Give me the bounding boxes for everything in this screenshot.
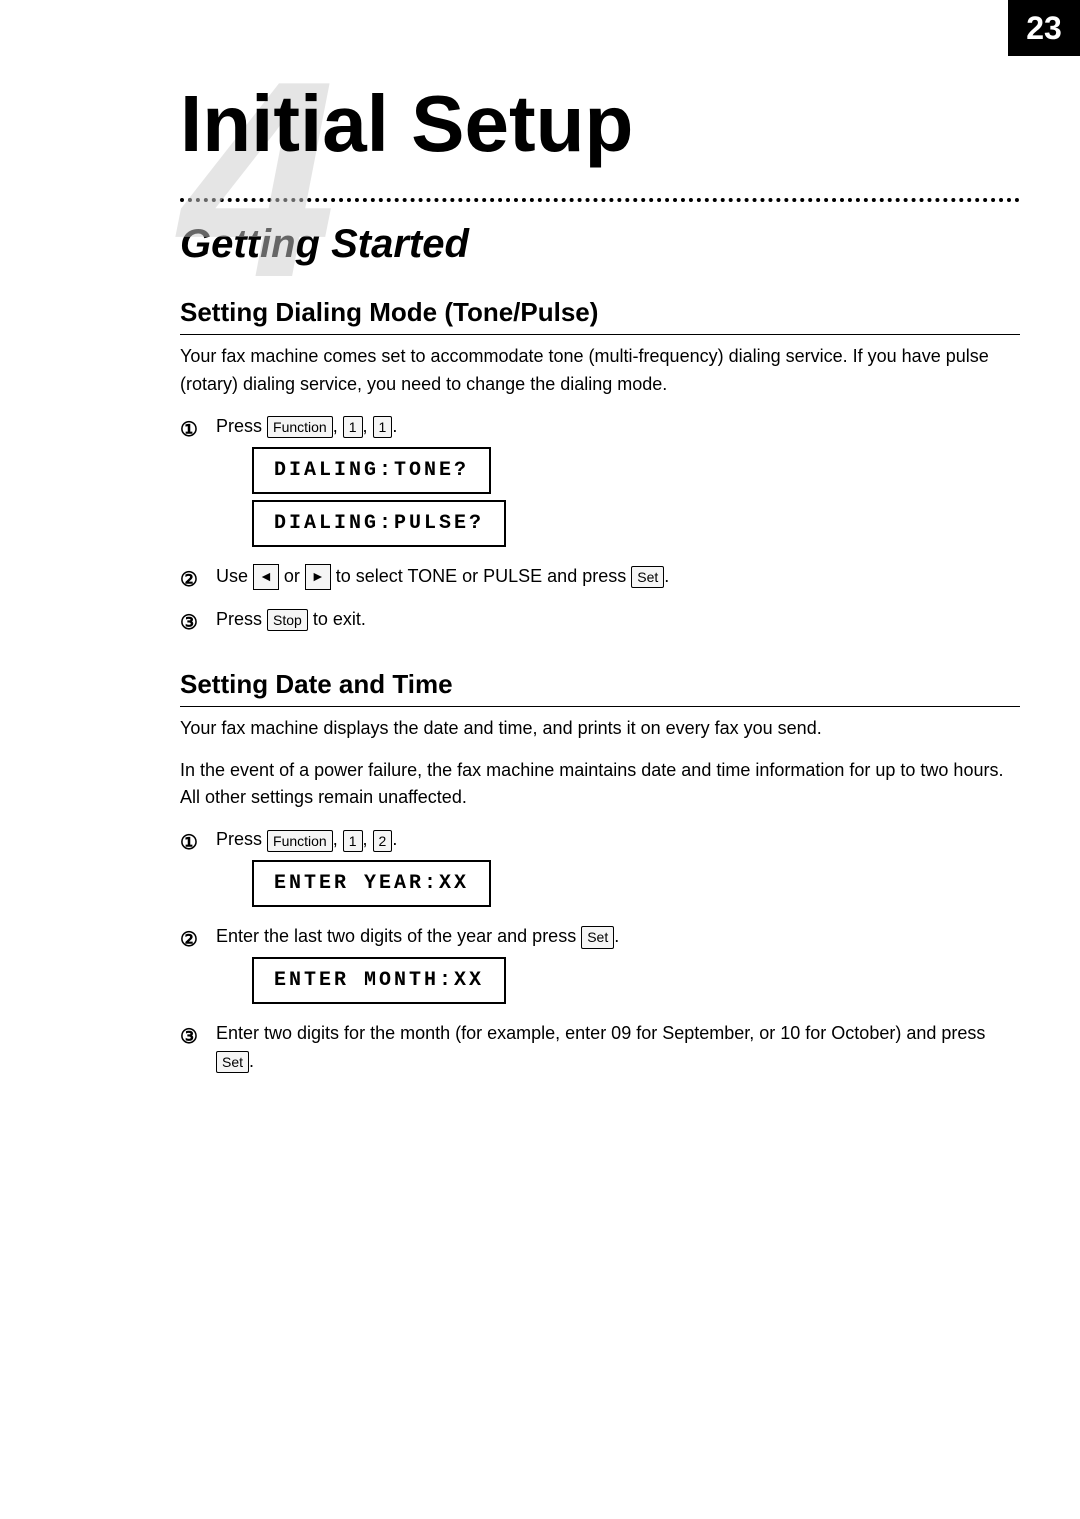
content-area: Setting Dialing Mode (Tone/Pulse) Your f… — [180, 297, 1020, 1076]
key-2-1: 1 — [343, 830, 363, 852]
dt-step-1-press-label: Press — [216, 829, 267, 849]
dt-step-2-content: Enter the last two digits of the year an… — [216, 923, 1020, 1010]
subsection-date-time: Setting Date and Time Your fax machine d… — [180, 669, 1020, 1076]
datetime-step-2: ② Enter the last two digits of the year … — [180, 923, 1020, 1010]
step-2-content: Use ◄ or ► to select TONE or PULSE and p… — [216, 563, 1020, 591]
chapter-title: Initial Setup — [180, 80, 1080, 168]
dt-step-1-content: Press Function, 1, 2. ENTER YEAR:XX — [216, 826, 1020, 913]
subsection-dialing-mode: Setting Dialing Mode (Tone/Pulse) Your f… — [180, 297, 1020, 639]
step-1-content: Press Function, 1, 1. DIALING:TONE? DIAL… — [216, 413, 1020, 553]
date-time-intro1: Your fax machine displays the date and t… — [180, 715, 1020, 743]
key-1-2: 1 — [373, 416, 393, 438]
dt-step-number-2: ② — [180, 925, 210, 956]
key-function-1: Function — [267, 416, 333, 438]
lcd-enter-year: ENTER YEAR:XX — [252, 860, 491, 907]
dialing-step-3: ③ Press Stop to exit. — [180, 606, 1020, 639]
subsection-date-time-title: Setting Date and Time — [180, 669, 1020, 707]
arrow-right-icon: ► — [305, 564, 331, 590]
lcd-dialing-tone: DIALING:TONE? — [252, 447, 491, 494]
date-time-steps: ① Press Function, 1, 2. ENTER YEAR:XX ② … — [180, 826, 1020, 1076]
datetime-step-3: ③ Enter two digits for the month (for ex… — [180, 1020, 1020, 1076]
dt-step-number-1: ① — [180, 828, 210, 859]
dialing-mode-intro: Your fax machine comes set to accommodat… — [180, 343, 1020, 399]
dt-step-3-content: Enter two digits for the month (for exam… — [216, 1020, 1020, 1076]
arrow-left-icon: ◄ — [253, 564, 279, 590]
dialing-mode-steps: ① Press Function, 1, 1. DIALING:TONE? DI… — [180, 413, 1020, 639]
step-number-1: ① — [180, 415, 210, 446]
key-1-1: 1 — [343, 416, 363, 438]
key-set-1: Set — [631, 566, 664, 588]
dialing-step-1: ① Press Function, 1, 1. DIALING:TONE? DI… — [180, 413, 1020, 553]
lcd-dialing-pulse: DIALING:PULSE? — [252, 500, 506, 547]
dt-step-number-3: ③ — [180, 1022, 210, 1053]
step-number-3: ③ — [180, 608, 210, 639]
key-set-2: Set — [581, 926, 614, 948]
step-number-2: ② — [180, 565, 210, 596]
datetime-step-1: ① Press Function, 1, 2. ENTER YEAR:XX — [180, 826, 1020, 913]
key-2-2: 2 — [373, 830, 393, 852]
key-set-3: Set — [216, 1051, 249, 1073]
step-3-content: Press Stop to exit. — [216, 606, 1020, 634]
dialing-step-2: ② Use ◄ or ► to select TONE or PULSE and… — [180, 563, 1020, 596]
key-stop-1: Stop — [267, 609, 308, 631]
date-time-intro2: In the event of a power failure, the fax… — [180, 757, 1020, 813]
chapter-title-container: Initial Setup — [0, 0, 1080, 168]
lcd-enter-month: ENTER MONTH:XX — [252, 957, 506, 1004]
key-function-2: Function — [267, 830, 333, 852]
step-1-press-label: Press — [216, 416, 267, 436]
